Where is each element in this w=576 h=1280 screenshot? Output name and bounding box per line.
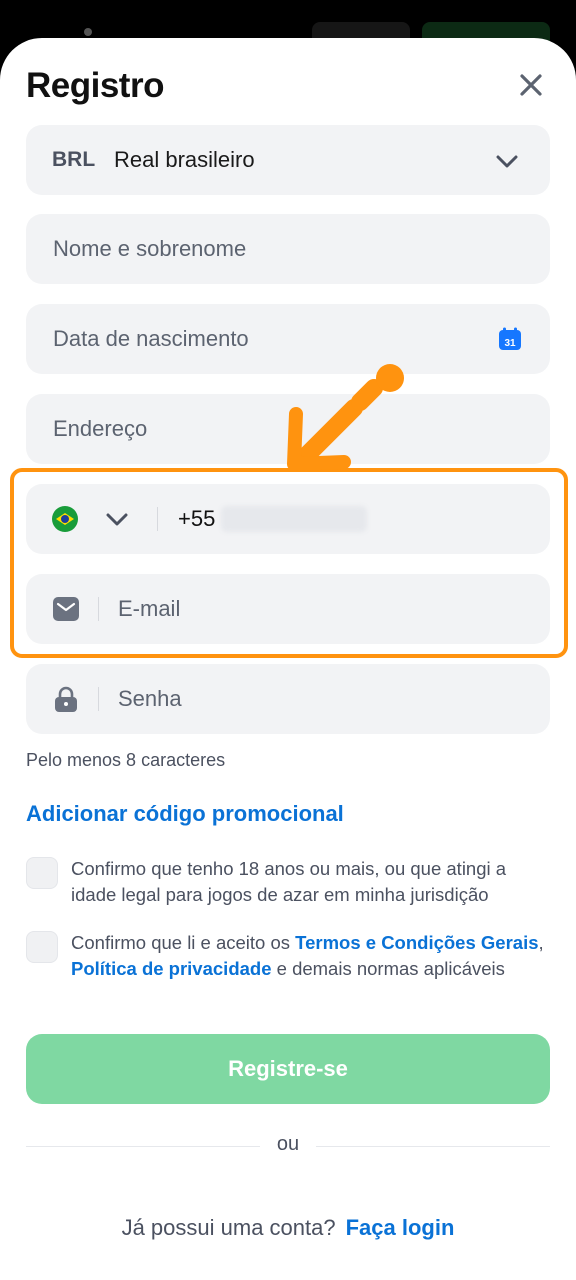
age-consent-text: Confirmo que tenho 18 anos ou mais, ou q…: [71, 858, 507, 905]
mail-icon: [53, 597, 79, 621]
divider-right: [316, 1146, 550, 1147]
terms-suffix: e demais normas aplicáveis: [271, 958, 505, 979]
full-name-placeholder: Nome e sobrenome: [53, 236, 247, 261]
currency-select[interactable]: BRL Real brasileiro: [26, 125, 550, 195]
phone-prefix: +55: [178, 506, 216, 531]
modal-title: Registro: [26, 66, 164, 105]
calendar-icon[interactable]: 31: [498, 327, 522, 351]
terms-consent-text: Confirmo que li e aceito os Termos e Con…: [71, 930, 550, 982]
pointer-arrow-icon: [287, 364, 404, 471]
privacy-link[interactable]: Política de privacidade: [71, 958, 272, 979]
register-button[interactable]: Registre-se: [26, 1034, 550, 1104]
password-placeholder: Senha: [118, 686, 182, 711]
divider-left: [26, 1146, 260, 1147]
terms-separator: ,: [538, 932, 544, 953]
terms-checkbox[interactable]: [26, 931, 58, 963]
age-consent: Confirmo que tenho 18 anos ou mais, ou q…: [26, 856, 550, 908]
login-link[interactable]: Faça login: [346, 1215, 455, 1240]
password-hint: Pelo menos 8 caracteres: [26, 750, 226, 770]
registration-modal: Registro BRL Real brasileiro Nome e sobr…: [0, 38, 576, 1280]
currency-code: BRL: [52, 148, 96, 171]
phone-number-blurred[interactable]: [221, 506, 368, 532]
birth-date-placeholder: Data de nascimento: [53, 326, 249, 351]
calendar-day: 31: [504, 338, 516, 349]
divider: [98, 687, 99, 711]
email-field[interactable]: E-mail: [26, 574, 550, 644]
divider: [157, 507, 158, 531]
promo-code-link[interactable]: Adicionar código promocional: [26, 801, 344, 827]
terms-link[interactable]: Termos e Condições Gerais: [295, 932, 538, 953]
currency-name: Real brasileiro: [114, 147, 255, 172]
full-name-field[interactable]: Nome e sobrenome: [26, 214, 550, 284]
age-checkbox[interactable]: [26, 857, 58, 889]
status-dot: [84, 28, 92, 36]
login-question: Já possui uma conta?: [121, 1215, 336, 1240]
password-field[interactable]: Senha: [26, 664, 550, 734]
country-chevron-down-icon[interactable]: [104, 506, 130, 532]
terms-prefix: Confirmo que li e aceito os: [71, 932, 296, 953]
or-label: ou: [276, 1133, 300, 1155]
phone-field[interactable]: +55: [26, 484, 550, 554]
terms-consent: Confirmo que li e aceito os Termos e Con…: [26, 930, 550, 982]
brazil-flag-icon[interactable]: [52, 506, 78, 532]
divider: [98, 597, 99, 621]
close-icon[interactable]: [512, 66, 550, 104]
email-placeholder: E-mail: [118, 596, 181, 621]
chevron-down-icon[interactable]: [494, 148, 520, 174]
lock-icon: [55, 686, 77, 712]
login-prompt: Já possui uma conta? Faça login: [0, 1215, 576, 1241]
address-placeholder: Endereço: [53, 416, 148, 441]
